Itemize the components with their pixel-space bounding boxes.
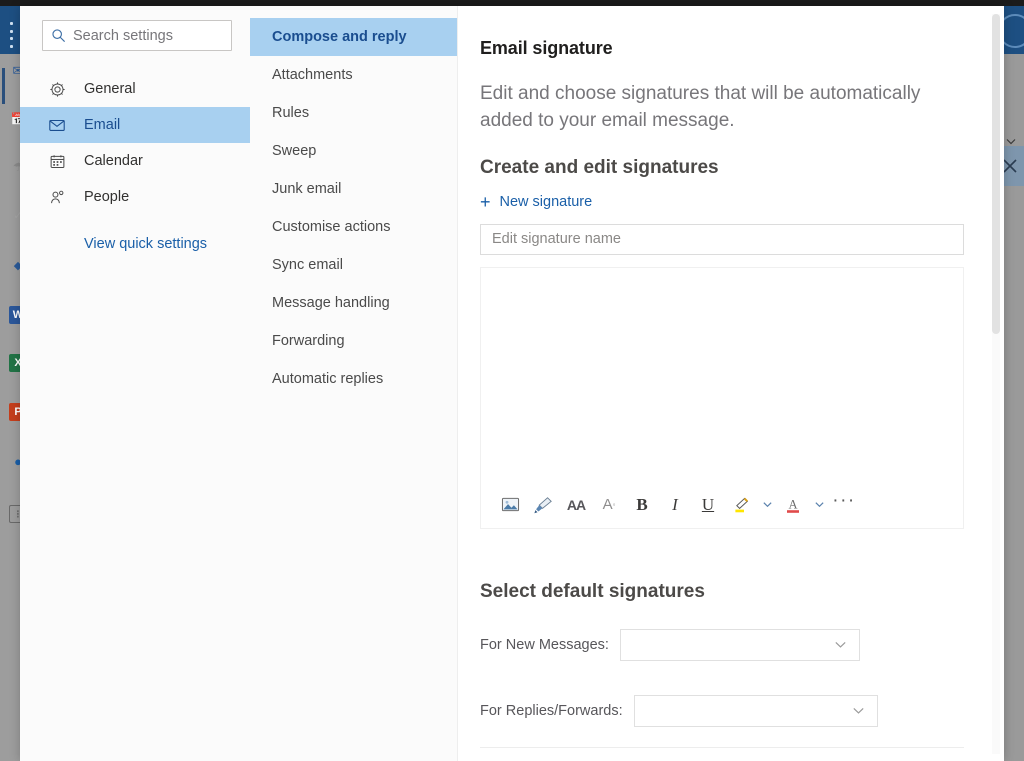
subnav-item-forwarding[interactable]: Forwarding bbox=[250, 322, 457, 360]
app-launcher-icon[interactable] bbox=[9, 22, 14, 48]
app-rail-header bbox=[0, 6, 22, 54]
sidebar-item-label: General bbox=[84, 81, 136, 97]
new-signature-button[interactable]: + New signature bbox=[480, 193, 592, 211]
sidebar-item-label: Email bbox=[84, 117, 121, 133]
bold-label: B bbox=[636, 494, 648, 514]
rail-selection-indicator bbox=[2, 68, 5, 104]
email-subnav: Compose and reply Attachments Rules Swee… bbox=[250, 6, 458, 761]
sidebar-item-general[interactable]: General bbox=[20, 71, 250, 107]
settings-nav-list: General Email Calendar People bbox=[20, 71, 250, 215]
subnav-item-automatic-replies[interactable]: Automatic replies bbox=[250, 360, 457, 398]
font-color-chevron-down-icon[interactable] bbox=[811, 490, 827, 520]
subnav-item-sweep[interactable]: Sweep bbox=[250, 132, 457, 170]
more-formatting-icon[interactable]: ··· bbox=[830, 490, 858, 520]
subnav-item-label: Attachments bbox=[272, 67, 353, 83]
view-quick-settings-link[interactable]: View quick settings bbox=[20, 236, 250, 252]
subnav-item-compose-and-reply[interactable]: Compose and reply bbox=[250, 18, 457, 56]
new-messages-signature-select[interactable] bbox=[619, 628, 860, 661]
subnav-item-label: Customise actions bbox=[272, 219, 391, 235]
content-scrollbar-thumb[interactable] bbox=[992, 14, 1000, 334]
settings-dialog: General Email bbox=[20, 6, 1004, 761]
subnav-item-rules[interactable]: Rules bbox=[250, 94, 457, 132]
subnav-item-message-handling[interactable]: Message handling bbox=[250, 284, 457, 322]
settings-sidebar: General Email bbox=[20, 6, 250, 761]
subnav-item-label: Rules bbox=[272, 105, 310, 121]
highlight-color-icon[interactable] bbox=[726, 490, 756, 520]
sidebar-item-label: People bbox=[84, 189, 130, 205]
settings-content-pane: Email signature Edit and choose signatur… bbox=[458, 6, 1004, 761]
sidebar-item-email[interactable]: Email bbox=[20, 107, 250, 143]
text-effects-icon[interactable]: A ◦ bbox=[594, 490, 624, 520]
create-signatures-heading: Create and edit signatures bbox=[480, 156, 719, 178]
subnav-item-label: Sweep bbox=[272, 143, 317, 159]
underline-icon[interactable]: U bbox=[693, 490, 723, 520]
subnav-item-junk-email[interactable]: Junk email bbox=[250, 170, 457, 208]
envelope-icon bbox=[47, 116, 67, 134]
font-color-icon[interactable]: A bbox=[778, 490, 808, 520]
signature-name-input[interactable] bbox=[480, 223, 964, 255]
search-icon bbox=[51, 28, 66, 43]
subnav-item-attachments[interactable]: Attachments bbox=[250, 56, 457, 94]
sidebar-item-label: Calendar bbox=[84, 153, 143, 169]
subnav-item-label: Forwarding bbox=[272, 333, 345, 349]
subnav-item-sync-email[interactable]: Sync email bbox=[250, 246, 457, 284]
people-icon bbox=[47, 189, 67, 206]
highlight-color-chevron-down-icon[interactable] bbox=[759, 490, 775, 520]
new-messages-label: For New Messages: bbox=[480, 636, 609, 653]
signature-editor-body[interactable] bbox=[481, 268, 963, 482]
page-title: Email signature bbox=[480, 38, 613, 58]
gear-icon bbox=[47, 81, 67, 98]
page-description: Edit and choose signatures that will be … bbox=[480, 83, 921, 131]
subnav-item-label: Message handling bbox=[272, 295, 390, 311]
new-signature-label: New signature bbox=[499, 193, 593, 210]
chevron-down-icon bbox=[833, 637, 848, 652]
subnav-item-label: Automatic replies bbox=[272, 371, 384, 387]
plus-icon: + bbox=[480, 191, 491, 212]
subnav-item-label: Junk email bbox=[272, 181, 342, 197]
content-divider bbox=[480, 747, 964, 748]
text-effects-label: A bbox=[602, 496, 613, 514]
new-messages-row: For New Messages: bbox=[480, 628, 958, 661]
font-size-label: AA bbox=[566, 496, 586, 513]
default-signatures-heading: Select default signatures bbox=[480, 580, 705, 602]
italic-icon[interactable]: I bbox=[660, 490, 690, 520]
subnav-item-label: Sync email bbox=[272, 257, 343, 273]
search-input[interactable] bbox=[73, 27, 223, 44]
chevron-down-icon bbox=[851, 703, 866, 718]
underline-label: U bbox=[701, 494, 715, 514]
subnav-item-label: Compose and reply bbox=[272, 29, 407, 45]
insert-picture-icon[interactable] bbox=[495, 490, 525, 520]
svg-text:A: A bbox=[788, 497, 797, 511]
sidebar-item-people[interactable]: People bbox=[20, 179, 250, 215]
subnav-item-customise-actions[interactable]: Customise actions bbox=[250, 208, 457, 246]
screen: ✉ 📅 ☂ ✓ ◆ W X P ● ⋮ Search settings Gene… bbox=[0, 0, 1024, 761]
replies-forwards-signature-select[interactable] bbox=[633, 694, 878, 727]
search-settings-box[interactable] bbox=[42, 20, 232, 51]
signature-editor-toolbar: AA A ◦ B I U A ··· bbox=[481, 482, 963, 528]
italic-label: I bbox=[672, 494, 678, 514]
format-painter-icon[interactable] bbox=[528, 490, 558, 520]
signature-editor: AA A ◦ B I U A ··· bbox=[480, 266, 964, 529]
replies-forwards-label: For Replies/Forwards: bbox=[480, 702, 623, 719]
replies-forwards-row: For Replies/Forwards: bbox=[480, 694, 958, 727]
font-size-icon[interactable]: AA bbox=[561, 490, 591, 520]
calendar-icon bbox=[47, 153, 67, 170]
sidebar-item-calendar[interactable]: Calendar bbox=[20, 143, 250, 179]
bold-icon[interactable]: B bbox=[627, 490, 657, 520]
